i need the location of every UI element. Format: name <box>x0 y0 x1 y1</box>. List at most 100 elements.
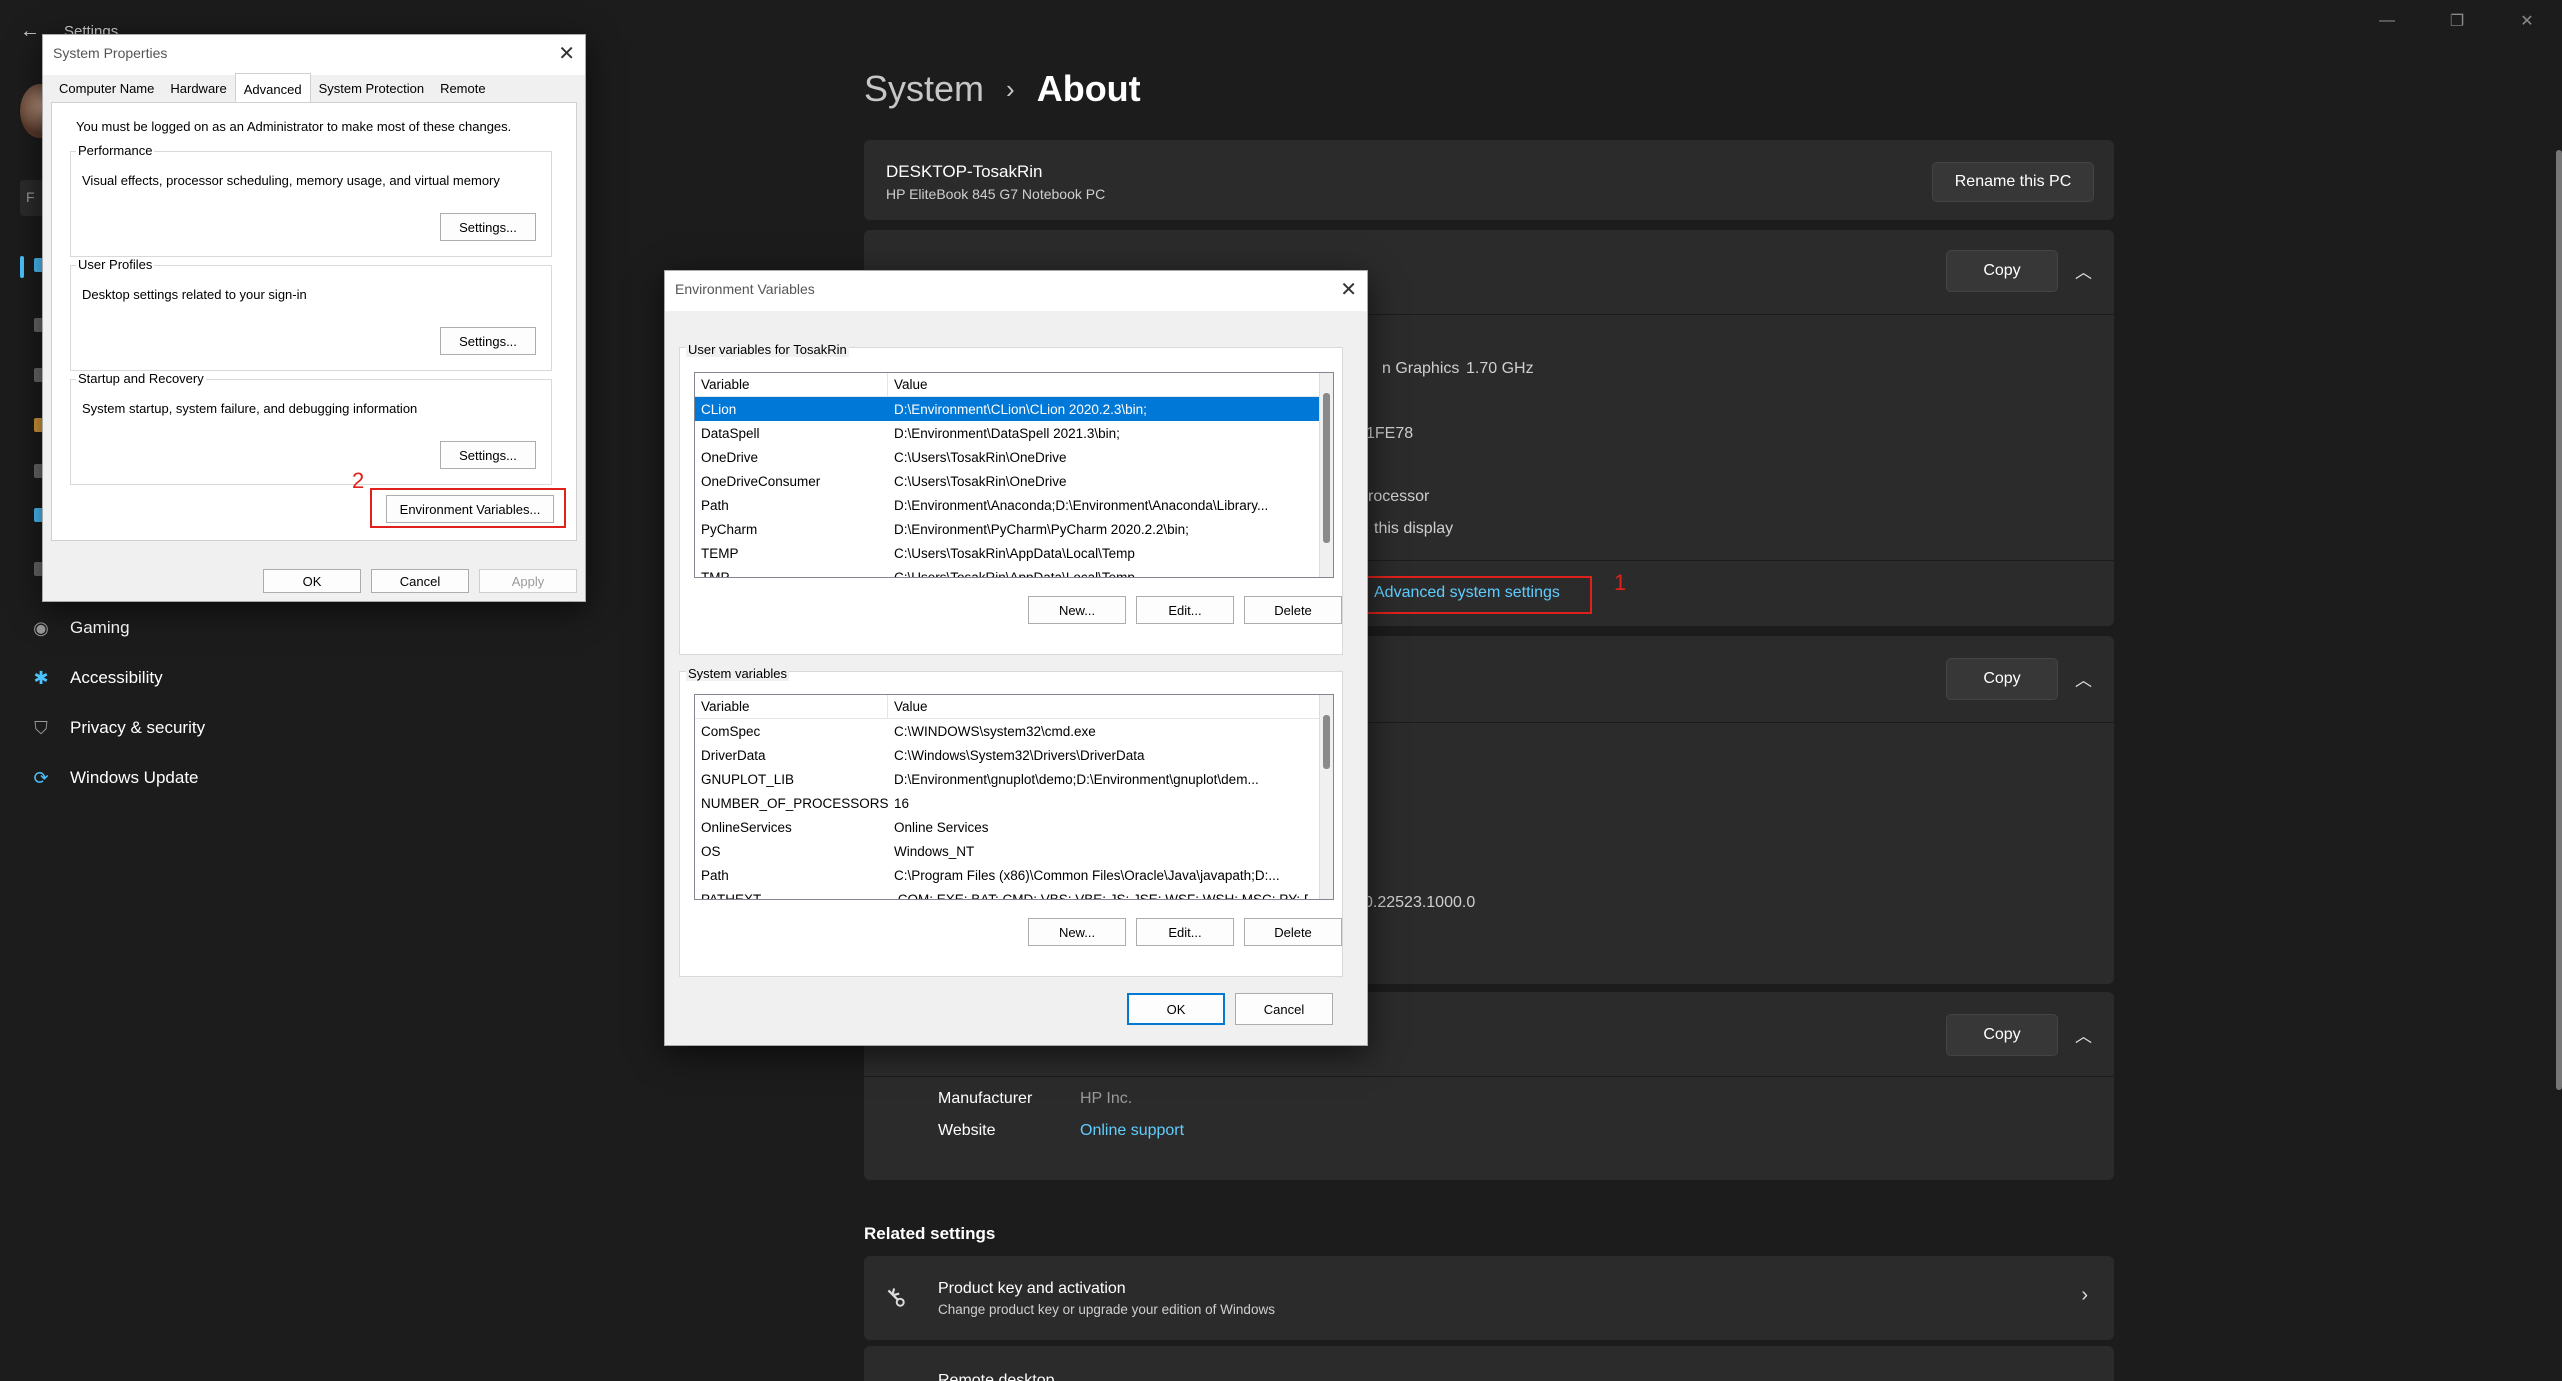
table-row[interactable]: OneDrive C:\Users\TosakRin\OneDrive <box>695 445 1333 469</box>
table-row[interactable]: DriverData C:\Windows\System32\Drivers\Dr… <box>695 743 1333 767</box>
table-row[interactable]: NUMBER_OF_PROCESSORS 16 <box>695 791 1333 815</box>
table-row[interactable]: CLion D:\Environment\CLion\CLion 2020.2.3… <box>695 397 1333 421</box>
copy-windows-specs-button[interactable]: Copy <box>1946 658 2058 700</box>
cancel-button[interactable]: Cancel <box>371 569 469 593</box>
tab-hardware[interactable]: Hardware <box>162 75 234 102</box>
env-ok-button[interactable]: OK <box>1127 993 1225 1025</box>
nav-selection-indicator <box>20 256 24 278</box>
annotation-number-2: 2 <box>352 468 365 493</box>
shield-icon: ⛉ <box>34 717 48 738</box>
find-setting-input[interactable]: F <box>20 180 44 216</box>
table-header: Variable Value <box>695 373 1333 397</box>
table-row[interactable]: Path C:\Program Files (x86)\Common Files\… <box>695 863 1333 887</box>
variable-name: DataSpell <box>701 425 760 441</box>
table-row[interactable]: PyCharm D:\Environment\PyCharm\PyCharm 20… <box>695 517 1333 541</box>
user-delete-button[interactable]: Delete <box>1244 596 1342 624</box>
dialog-title: Environment Variables <box>675 281 815 297</box>
copy-support-button[interactable]: Copy <box>1946 1014 2058 1056</box>
online-support-link[interactable]: Online support <box>1080 1122 1184 1140</box>
chevron-up-icon[interactable]: ︿ <box>2075 258 2092 283</box>
variable-value: D:\Environment\PyCharm\PyCharm 2020.2.2\… <box>894 521 1189 537</box>
breadcrumb-system[interactable]: System <box>864 68 984 110</box>
user-rows: CLion D:\Environment\CLion\CLion 2020.2.3… <box>695 397 1333 578</box>
nav-item-label: Windows Update <box>70 768 199 787</box>
user-edit-button[interactable]: Edit... <box>1136 596 1234 624</box>
tab-advanced[interactable]: Advanced <box>234 73 311 102</box>
nav-item[interactable]: ◉ Gaming <box>30 603 205 653</box>
apply-button[interactable]: Apply <box>479 569 577 593</box>
device-name: DESKTOP-TosakRin <box>886 162 1043 181</box>
table-row[interactable]: ComSpec C:\WINDOWS\system32\cmd.exe <box>695 719 1333 743</box>
tab-system-protection[interactable]: System Protection <box>311 75 433 102</box>
startup-label: Startup and Recovery <box>76 371 206 386</box>
restore-icon[interactable]: ❐ <box>2422 6 2492 36</box>
variable-value: C:\WINDOWS\system32\cmd.exe <box>894 723 1096 739</box>
column-variable[interactable]: Variable <box>695 695 888 718</box>
tab-computer-name[interactable]: Computer Name <box>51 75 162 102</box>
table-scrollbar[interactable] <box>1319 695 1333 899</box>
chevron-up-icon[interactable]: ︿ <box>2075 1022 2092 1047</box>
nav-item[interactable]: ✱ Accessibility <box>30 653 205 703</box>
ok-button[interactable]: OK <box>263 569 361 593</box>
env-cancel-button[interactable]: Cancel <box>1235 993 1333 1025</box>
performance-label: Performance <box>76 143 155 158</box>
startup-settings-button[interactable]: Settings... <box>440 441 536 469</box>
column-variable[interactable]: Variable <box>695 373 888 396</box>
nav-item[interactable]: ⟳ Windows Update <box>30 753 205 803</box>
back-arrow-icon[interactable]: ← <box>20 20 40 43</box>
variable-value: D:\Environment\DataSpell 2021.3\bin; <box>894 425 1120 441</box>
spec-speed-fragment: 1.70 GHz <box>1466 360 1534 377</box>
chevron-up-icon[interactable]: ︿ <box>2075 666 2092 691</box>
user-variables-group: User variables for TosakRin Variable Val… <box>679 342 1343 655</box>
nav-item[interactable]: ⛉ Privacy & security <box>30 703 205 753</box>
tab-strip: Computer Name Hardware Advanced System Prot… <box>51 73 577 103</box>
table-row[interactable]: PATHEXT .COM;.EXE;.BAT;.CMD;.VBS;.VBE;.JS… <box>695 887 1333 900</box>
performance-text: Visual effects, processor scheduling, me… <box>82 173 500 188</box>
table-row[interactable]: OS Windows_NT <box>695 839 1333 863</box>
nav-item-label: Accessibility <box>70 668 163 687</box>
variable-name: Path <box>701 497 729 513</box>
copy-device-specs-button[interactable]: Copy <box>1946 250 2058 292</box>
system-delete-button[interactable]: Delete <box>1244 918 1342 946</box>
performance-settings-button[interactable]: Settings... <box>440 213 536 241</box>
column-value[interactable]: Value <box>888 373 1308 396</box>
accessibility-icon: ✱ <box>33 667 49 688</box>
related-settings-heading: Related settings <box>864 1224 996 1243</box>
settings-scrollbar[interactable] <box>2556 150 2562 1090</box>
table-row[interactable]: GNUPLOT_LIB D:\Environment\gnuplot\demo;D… <box>695 767 1333 791</box>
table-row[interactable]: OneDriveConsumer C:\Users\TosakRin\OneDri… <box>695 469 1333 493</box>
user-new-button[interactable]: New... <box>1028 596 1126 624</box>
close-icon[interactable]: ✕ <box>1340 277 1357 302</box>
minimize-icon[interactable]: — <box>2352 6 2422 36</box>
table-scrollbar[interactable] <box>1319 373 1333 577</box>
product-key-item[interactable]: ⚷ Product key and activation Change prod… <box>864 1256 2114 1340</box>
variable-value: D:\Environment\CLion\CLion 2020.2.3\bin; <box>894 401 1147 417</box>
table-row[interactable]: Path D:\Environment\Anaconda;D:\Environme… <box>695 493 1333 517</box>
system-variables-table: Variable Value ComSpec C:\WINDOWS\system3… <box>694 694 1334 900</box>
spec-build-fragment: 0.22523.1000.0 <box>1364 894 1476 911</box>
window-controls: — ❐ ✕ <box>2352 6 2562 36</box>
website-label: Website <box>938 1122 996 1139</box>
remote-desktop-item[interactable]: Remote desktop <box>864 1346 2114 1381</box>
user-profiles-settings-button[interactable]: Settings... <box>440 327 536 355</box>
table-row[interactable]: TMP C:\Users\TosakRin\AppData\Local\Temp <box>695 565 1333 578</box>
scroll-thumb[interactable] <box>1323 393 1330 543</box>
system-edit-button[interactable]: Edit... <box>1136 918 1234 946</box>
close-icon[interactable]: ✕ <box>558 41 575 66</box>
tab-remote[interactable]: Remote <box>432 75 494 102</box>
scroll-thumb[interactable] <box>1323 715 1330 769</box>
column-value[interactable]: Value <box>888 695 1308 718</box>
variable-name: TMP <box>701 569 730 578</box>
table-header: Variable Value <box>695 695 1333 719</box>
variable-name: OneDriveConsumer <box>701 473 821 489</box>
chevron-right-icon: › <box>2081 1284 2088 1306</box>
table-row[interactable]: DataSpell D:\Environment\DataSpell 2021.3… <box>695 421 1333 445</box>
table-row[interactable]: TEMP C:\Users\TosakRin\AppData\Local\Temp <box>695 541 1333 565</box>
dialog-title: System Properties <box>53 45 168 61</box>
rename-pc-button[interactable]: Rename this PC <box>1932 162 2094 202</box>
system-new-button[interactable]: New... <box>1028 918 1126 946</box>
table-row[interactable]: OnlineServices Online Services <box>695 815 1333 839</box>
variable-value: C:\Program Files (x86)\Common Files\Orac… <box>894 867 1280 883</box>
page-title: About <box>1036 68 1141 109</box>
close-window-icon[interactable]: ✕ <box>2492 6 2562 36</box>
